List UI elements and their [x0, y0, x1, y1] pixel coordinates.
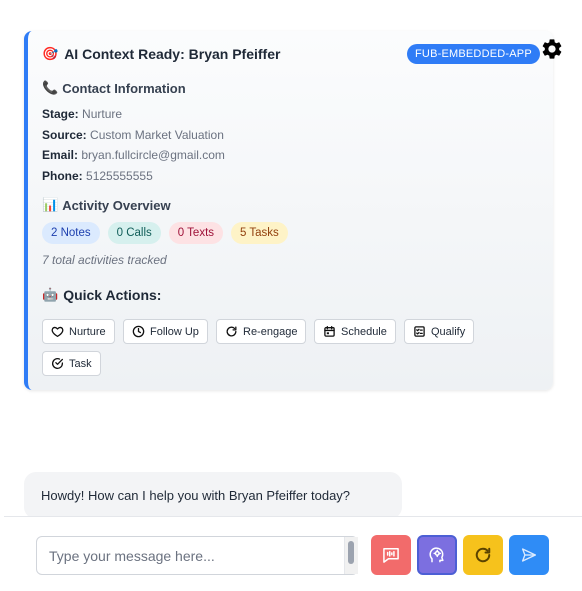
- phone-emoji-icon: 📞: [42, 81, 59, 96]
- refresh-icon: [475, 547, 491, 563]
- notes-count-badge: 2 Notes: [42, 222, 100, 244]
- field-label: Email:: [42, 148, 79, 162]
- activity-pills: 2 Notes 0 Calls 0 Texts 5 Tasks: [42, 222, 288, 244]
- field-value: Custom Market Valuation: [90, 128, 224, 142]
- field-value: 5125555555: [86, 169, 153, 183]
- card-title: 🎯 AI Context Ready: Bryan Pfeiffer: [42, 46, 280, 62]
- refresh-button[interactable]: [463, 535, 503, 575]
- robot-emoji-icon: 🤖: [42, 287, 59, 303]
- schedule-button-label: Schedule: [341, 325, 387, 338]
- check-circle-icon: [52, 357, 64, 369]
- voice-button[interactable]: [371, 535, 411, 575]
- qualify-button[interactable]: Qualify: [404, 319, 475, 344]
- calls-count-badge: 0 Calls: [107, 222, 161, 244]
- activity-overview-heading-text: Activity Overview: [62, 198, 171, 213]
- checklist-icon: [414, 326, 425, 337]
- re-engage-button-label: Re-engage: [243, 325, 298, 338]
- contact-field-stage: Stage: Nurture: [42, 107, 122, 121]
- card-title-text: AI Context Ready: Bryan Pfeiffer: [64, 46, 281, 62]
- assistant-message-bubble: Howdy! How can I help you with Bryan Pfe…: [24, 472, 402, 519]
- bar-chart-emoji-icon: 📊: [42, 198, 59, 213]
- contact-field-phone: Phone: 5125555555: [42, 169, 153, 183]
- quick-actions-heading: 🤖 Quick Actions:: [42, 287, 161, 303]
- tasks-count-badge: 5 Tasks: [231, 222, 288, 244]
- scrollbar-thumb[interactable]: [348, 541, 354, 564]
- send-icon: [521, 548, 537, 562]
- re-engage-button[interactable]: Re-engage: [216, 319, 307, 344]
- follow-up-button-label: Follow Up: [150, 325, 199, 338]
- contact-field-source: Source: Custom Market Valuation: [42, 128, 224, 142]
- contact-field-email: Email: bryan.fullcircle@gmail.com: [42, 148, 225, 162]
- assistant-message-text: Howdy! How can I help you with Bryan Pfe…: [41, 488, 351, 503]
- field-value: bryan.fullcircle@gmail.com: [81, 148, 225, 162]
- fub-embedded-app-badge: FUB-EMBEDDED-APP: [407, 44, 540, 64]
- heart-icon: [51, 326, 64, 338]
- task-button-label: Task: [69, 357, 92, 370]
- nurture-button-label: Nurture: [69, 325, 106, 338]
- schedule-button[interactable]: Schedule: [314, 319, 396, 344]
- qualify-button-label: Qualify: [431, 325, 466, 338]
- texts-count-badge: 0 Texts: [168, 222, 224, 244]
- total-activities-text: 7 total activities tracked: [42, 253, 167, 267]
- settings-gear-icon[interactable]: [539, 36, 565, 62]
- ai-context-card: 🎯 AI Context Ready: Bryan Pfeiffer FUB-E…: [24, 31, 553, 390]
- ai-assist-button[interactable]: [417, 535, 457, 575]
- message-input-wrapper: [36, 536, 358, 575]
- send-button[interactable]: [509, 535, 549, 575]
- audio-message-icon: [383, 548, 399, 563]
- field-value: Nurture: [82, 107, 123, 121]
- quick-actions-heading-text: Quick Actions:: [63, 287, 162, 303]
- nurture-button[interactable]: Nurture: [42, 319, 115, 344]
- message-input[interactable]: [37, 537, 343, 574]
- refresh-icon: [226, 326, 237, 337]
- brain-gear-icon: [429, 547, 444, 563]
- field-label: Source:: [42, 128, 87, 142]
- contact-info-heading: 📞 Contact Information: [42, 81, 186, 96]
- field-label: Stage:: [42, 107, 79, 121]
- target-emoji-icon: 🎯: [42, 46, 59, 62]
- follow-up-button[interactable]: Follow Up: [123, 319, 208, 344]
- clock-icon: [132, 325, 145, 338]
- activity-overview-heading: 📊 Activity Overview: [42, 198, 171, 213]
- task-button[interactable]: Task: [42, 351, 101, 376]
- field-label: Phone:: [42, 169, 83, 183]
- calendar-icon: [324, 325, 335, 337]
- contact-info-heading-text: Contact Information: [62, 81, 186, 96]
- message-input-scrollbar[interactable]: [344, 537, 358, 574]
